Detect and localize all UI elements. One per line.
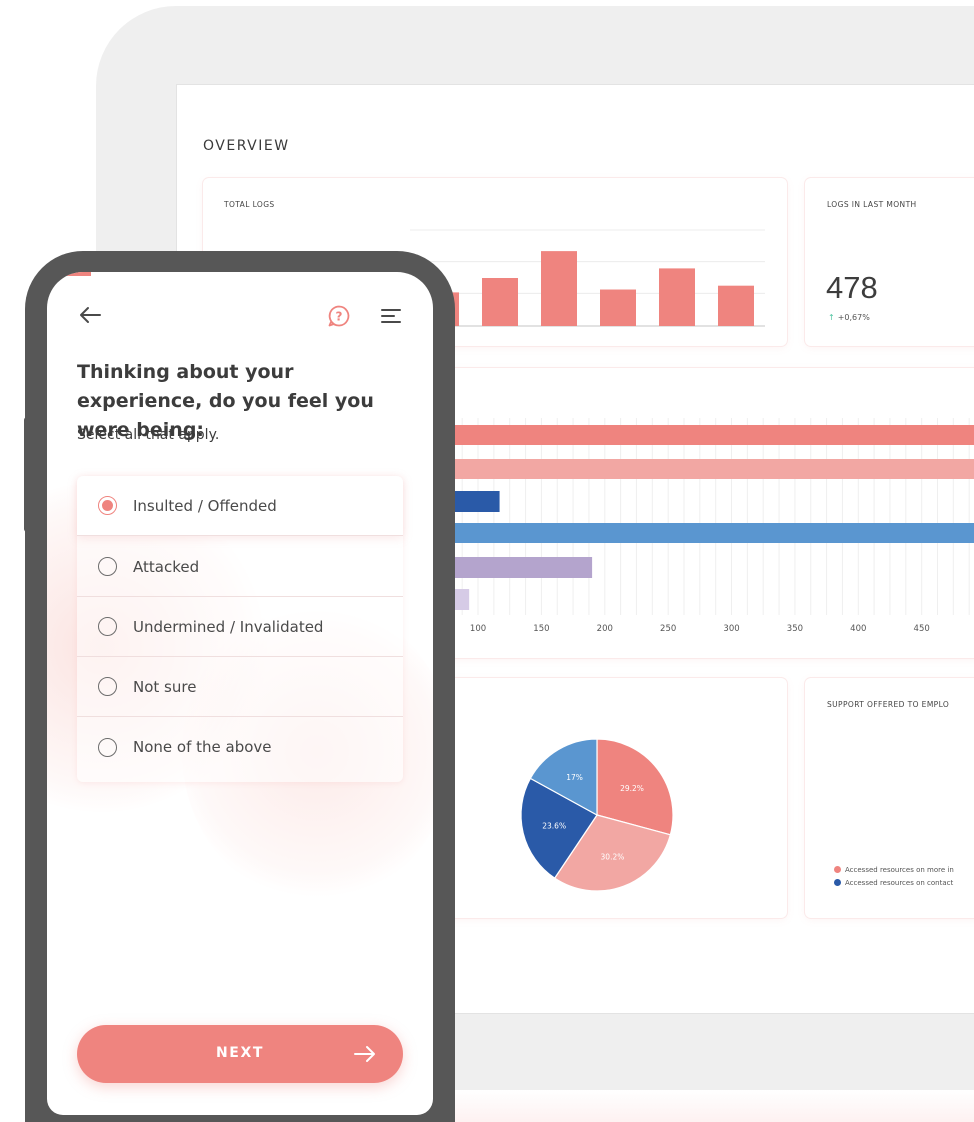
option-undermined-invalidated[interactable]: Undermined / Invalidated	[77, 597, 403, 657]
laptop-base	[420, 1090, 974, 1122]
x-tick-label: 450	[914, 624, 930, 634]
bar	[541, 251, 577, 326]
option-label: Undermined / Invalidated	[133, 617, 324, 636]
pie-slice-label: 23.6%	[542, 821, 566, 830]
pie-slice-label: 29.2%	[620, 784, 644, 793]
option-label: None of the above	[133, 738, 272, 756]
radio-unselected[interactable]	[98, 737, 117, 757]
page-title: OVERVIEW	[203, 138, 290, 154]
bar	[440, 557, 593, 578]
bar	[440, 523, 974, 543]
option-label: Attacked	[133, 557, 200, 576]
bar	[440, 459, 974, 479]
legend-label: Accessed resources on contact	[845, 879, 954, 887]
options-list: Insulted / Offended Attacked Undermined …	[77, 476, 403, 782]
radio-unselected[interactable]	[98, 617, 117, 636]
progress-indicator	[57, 272, 91, 276]
pie-chart: 29.2% 30.2% 23.6% 17%	[520, 738, 674, 892]
support-legend-item: Accessed resources on more in	[834, 866, 954, 874]
bar	[659, 268, 695, 326]
trend-value: +0,67%	[837, 313, 870, 322]
pie-slice-label: 17%	[566, 773, 583, 782]
phone-screen: ? Thinking about your experience, do you…	[47, 272, 433, 1115]
question-hint: Select all that apply.	[77, 427, 220, 443]
support-legend-item: Accessed resources on contact	[834, 879, 953, 887]
logs-trend: ↑ +0,67%	[828, 313, 870, 322]
radio-selected[interactable]	[98, 496, 117, 515]
next-button[interactable]: NEXT	[77, 1025, 403, 1083]
x-tick-label: 150	[533, 624, 549, 634]
x-tick-label: 350	[787, 624, 803, 634]
arrow-right-icon	[354, 1046, 375, 1062]
total-logs-label: TOTAL LOGS	[224, 200, 275, 209]
option-none-of-the-above[interactable]: None of the above	[77, 717, 403, 777]
option-label: Insulted / Offended	[133, 496, 277, 515]
menu-button[interactable]	[377, 302, 405, 330]
x-tick-label: 300	[723, 624, 739, 634]
x-tick-label: 100	[470, 624, 486, 634]
option-insulted-offended[interactable]: Insulted / Offended	[77, 476, 403, 536]
logs-last-month-label: LOGS IN LAST MONTH	[827, 200, 917, 209]
bar	[718, 285, 754, 326]
menu-lines-icon	[381, 309, 401, 323]
bar	[600, 289, 636, 326]
radio-unselected[interactable]	[98, 557, 117, 576]
logs-last-month-value: 478	[826, 270, 878, 305]
horizontal-bar-chart: 100 150 200 250 300 350 400 450	[440, 418, 974, 634]
svg-text:?: ?	[336, 310, 343, 324]
legend-label: Accessed resources on more in	[845, 866, 954, 874]
back-button[interactable]	[75, 302, 105, 328]
bar	[482, 278, 518, 326]
x-tick-label: 200	[597, 624, 613, 634]
question-bubble-icon: ?	[328, 305, 350, 327]
trend-up-icon: ↑	[828, 313, 835, 322]
pie-slice-label: 30.2%	[601, 852, 625, 861]
arrow-left-icon	[80, 307, 101, 323]
help-button[interactable]: ?	[325, 302, 353, 330]
bar	[440, 425, 974, 445]
x-tick-label: 250	[660, 624, 676, 634]
option-not-sure[interactable]: Not sure	[77, 657, 403, 717]
support-card-label: SUPPORT OFFERED TO EMPLO	[827, 700, 950, 709]
radio-unselected[interactable]	[98, 677, 117, 696]
total-logs-chart	[400, 229, 765, 327]
option-label: Not sure	[133, 677, 197, 696]
x-tick-label: 400	[850, 624, 866, 634]
legend-dot	[834, 879, 841, 886]
legend-dot	[834, 866, 841, 873]
option-attacked[interactable]: Attacked	[77, 537, 403, 597]
